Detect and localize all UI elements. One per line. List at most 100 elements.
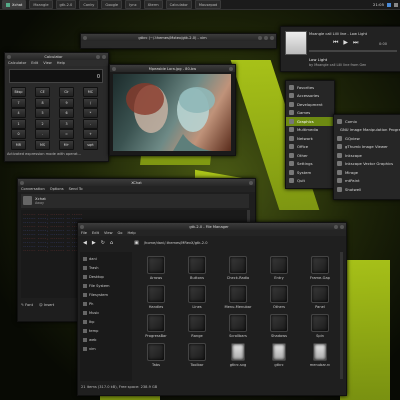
forward-icon[interactable]: ▶ (92, 240, 96, 246)
sidebar-place[interactable]: dani (80, 254, 132, 263)
calculator-key[interactable]: 4 (11, 108, 26, 118)
taskbar-item[interactable]: Conky (79, 0, 99, 9)
file-item[interactable]: gtkrc (257, 343, 301, 367)
menu-help[interactable]: Help (57, 61, 65, 65)
menu-item-multimedia[interactable]: Multimedia (286, 126, 334, 135)
play-icon[interactable]: ▶ (343, 39, 348, 47)
title-bar[interactable]: Calculator (5, 53, 108, 60)
refresh-icon[interactable]: ↻ (101, 240, 105, 246)
sidebar-place[interactable]: Filesystem (80, 290, 132, 299)
folder-item[interactable]: Lines (175, 285, 219, 309)
home-icon[interactable]: ⌂ (110, 240, 113, 246)
submenu-item[interactable]: Mirage (334, 168, 400, 177)
menu-go[interactable]: Go (118, 231, 123, 235)
view-scrollbar[interactable] (340, 252, 343, 379)
sidebar-place[interactable]: Trash (80, 263, 132, 272)
menu-item-system[interactable]: System (286, 168, 334, 177)
sidebar-place[interactable]: Ph (80, 299, 132, 308)
folder-item[interactable]: Spin (298, 314, 340, 338)
calculator-key[interactable]: / (83, 97, 98, 108)
back-icon[interactable]: ◀ (83, 240, 87, 246)
folder-item[interactable]: Toolbar (175, 343, 219, 367)
taskbar-item[interactable]: Mxangle (29, 0, 53, 9)
taskbar-item[interactable]: Xchat (2, 0, 27, 9)
menu-item-settings[interactable]: Settings (286, 160, 334, 169)
window-menu-icon[interactable] (112, 66, 116, 71)
folder-item[interactable]: Panel (298, 285, 340, 309)
menu-view[interactable]: View (104, 231, 113, 235)
menu-help[interactable]: Help (128, 231, 136, 235)
calculator-key[interactable]: 6 (59, 108, 74, 118)
previous-icon[interactable]: ⏮ (333, 39, 338, 47)
close-button[interactable] (340, 224, 344, 229)
close-button[interactable] (102, 54, 106, 59)
menu-item-quit[interactable]: Quit (286, 177, 334, 186)
title-bar[interactable]: gtkrc (~/.themes/Mxtex/gtk-2.0) - vim (81, 34, 276, 41)
maximize-button[interactable] (264, 35, 268, 40)
menu-edit[interactable]: Edit (92, 231, 99, 235)
submenu-item[interactable]: Inkscape (334, 151, 400, 160)
calculator-key[interactable]: 5 (35, 108, 50, 118)
font-button[interactable]: ✎ Font (21, 303, 33, 307)
menu-item-favorites[interactable]: Favorites (286, 83, 334, 92)
sidebar-place[interactable]: File System (80, 281, 132, 290)
folder-item[interactable]: Scrollbars (216, 314, 260, 338)
submenu-item[interactable]: gThumb Image Viewer (334, 143, 400, 152)
calculator-key[interactable]: . (35, 129, 50, 139)
folder-item[interactable]: Entry (257, 256, 301, 280)
sidebar-place[interactable]: Ikp (80, 317, 132, 326)
title-bar[interactable]: XChat (18, 179, 255, 186)
location-path[interactable]: /home/dani/.themes/MRevX/gtk-2.0 (144, 241, 208, 245)
sidebar-place[interactable]: vim (80, 344, 132, 353)
calculator-key[interactable]: MS (35, 139, 50, 150)
calculator-key[interactable]: 0 (11, 129, 26, 139)
calculator-key[interactable]: 3 (59, 118, 74, 129)
calculator-key[interactable]: MR (11, 139, 26, 150)
calculator-key[interactable]: CE (35, 87, 50, 97)
title-bar[interactable]: Mpeasbie Lora.jpg - 80-bw (110, 65, 235, 72)
window-menu-icon[interactable] (83, 35, 87, 40)
close-button[interactable] (270, 35, 274, 40)
minimize-button[interactable] (334, 224, 338, 229)
tray-icon[interactable] (387, 2, 391, 7)
submenu-item[interactable]: GNU Image Manipulation Program (334, 126, 400, 135)
submenu-item[interactable]: Shotwell (334, 185, 400, 194)
calculator-key[interactable]: M+ (59, 139, 74, 150)
menu-conversation[interactable]: Conversation (21, 187, 45, 191)
taskbar-item[interactable]: Calculator (165, 0, 192, 9)
taskbar-item[interactable]: lynx (125, 0, 141, 9)
next-icon[interactable]: ⏭ (353, 39, 358, 47)
folder-item[interactable]: Tabs (134, 343, 178, 367)
minimize-button[interactable] (96, 54, 100, 59)
file-item[interactable]: gtkrc.svg (216, 343, 260, 367)
taskbar-item[interactable]: Mousepad (194, 0, 222, 9)
menu-calculator[interactable]: Calculator (8, 61, 26, 65)
folder-item[interactable]: Arrows (134, 256, 178, 280)
file-item[interactable]: menubar.rc (298, 343, 340, 367)
window-menu-icon[interactable] (7, 54, 11, 59)
sidebar-place[interactable]: Music (80, 308, 132, 317)
minimize-button[interactable] (258, 35, 262, 40)
menu-item-accessories[interactable]: Accessories (286, 92, 334, 101)
sidebar-place[interactable]: Desktop (80, 272, 132, 281)
menu-item-development[interactable]: Development (286, 100, 334, 109)
folder-item[interactable]: Range (175, 314, 219, 338)
calculator-display[interactable]: 0 (9, 69, 103, 83)
submenu-item[interactable]: Inkscape Vector Graphics (334, 160, 400, 169)
calculator-key[interactable]: Bksp (11, 87, 26, 97)
folder-item[interactable]: ProgressBar (134, 314, 178, 338)
calculator-key[interactable]: * (83, 108, 98, 118)
sidebar-place[interactable]: web (80, 335, 132, 344)
submenu-item[interactable]: Comix (334, 117, 400, 126)
menu-options[interactable]: Options (50, 187, 64, 191)
calculator-key[interactable]: - (83, 118, 98, 129)
calculator-key[interactable]: + (83, 129, 98, 139)
title-bar[interactable]: gtk-2.0 - File Manager (78, 223, 346, 230)
menu-file[interactable]: File (81, 231, 87, 235)
menu-item-office[interactable]: Office (286, 143, 334, 152)
calculator-key[interactable]: = (59, 129, 74, 139)
submenu-item[interactable]: mtPaint (334, 177, 400, 186)
menu-item-games[interactable]: Games (286, 109, 334, 118)
folder-item[interactable]: Buttons (175, 256, 219, 280)
menu-item-other[interactable]: Other (286, 151, 334, 160)
